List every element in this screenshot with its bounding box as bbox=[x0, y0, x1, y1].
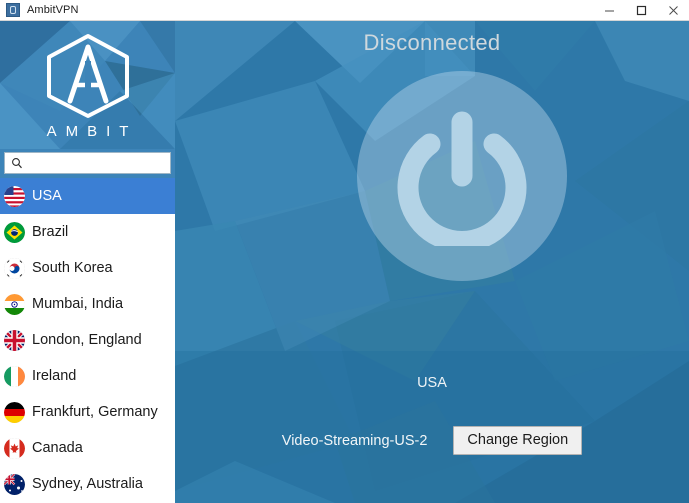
flag-india-icon bbox=[4, 293, 25, 315]
minimize-button[interactable] bbox=[593, 0, 625, 20]
country-row-usa[interactable]: USA bbox=[0, 178, 175, 214]
sidebar: AMBIT USA Brazil South Korea Mumbai, Ind… bbox=[0, 21, 175, 503]
flag-usa-icon bbox=[4, 185, 25, 207]
brand-panel: AMBIT bbox=[0, 21, 175, 149]
country-row-sydney-australia[interactable]: Sydney, Australia bbox=[0, 466, 175, 502]
flag-south-korea-icon bbox=[4, 257, 25, 279]
flag-canada-icon bbox=[4, 437, 25, 459]
country-label: Brazil bbox=[32, 224, 69, 240]
maximize-button[interactable] bbox=[625, 0, 657, 20]
current-server-label: Video-Streaming-US-2 bbox=[281, 432, 428, 449]
power-toggle-button[interactable] bbox=[357, 71, 567, 281]
country-row-london-england[interactable]: London, England bbox=[0, 322, 175, 358]
search-input[interactable] bbox=[25, 154, 175, 172]
country-label: Mumbai, India bbox=[32, 296, 124, 312]
flag-brazil-icon bbox=[4, 221, 25, 243]
connection-status: Disconnected bbox=[363, 30, 501, 55]
title-bar: AmbitVPN bbox=[0, 0, 689, 21]
change-region-button[interactable]: Change Region bbox=[453, 426, 583, 455]
country-row-canada[interactable]: Canada bbox=[0, 430, 175, 466]
country-row-frankfurt-germany[interactable]: Frankfurt, Germany bbox=[0, 394, 175, 430]
country-label: Frankfurt, Germany bbox=[32, 404, 158, 420]
country-label: USA bbox=[32, 188, 62, 204]
country-label: Sydney, Australia bbox=[32, 476, 143, 492]
country-list[interactable]: USA Brazil South Korea Mumbai, India Lon… bbox=[0, 178, 175, 503]
current-region-label: USA bbox=[417, 375, 447, 391]
flag-ireland-icon bbox=[4, 365, 25, 387]
close-button[interactable] bbox=[657, 0, 689, 20]
country-row-mumbai-india[interactable]: Mumbai, India bbox=[0, 286, 175, 322]
brand-inner: AMBIT bbox=[0, 21, 175, 149]
brand-wordmark: AMBIT bbox=[46, 122, 138, 140]
search-icon bbox=[9, 155, 25, 171]
main-content: Disconnected USA Video-Streaming-US-2 Ch… bbox=[175, 21, 689, 503]
flag-germany-icon bbox=[4, 401, 25, 423]
bottom-controls: Video-Streaming-US-2 Change Region bbox=[175, 426, 689, 455]
window-title: AmbitVPN bbox=[27, 4, 79, 16]
flag-united-kingdom-icon bbox=[4, 329, 25, 351]
country-label: Ireland bbox=[32, 368, 77, 384]
app-icon bbox=[6, 3, 20, 17]
country-row-brazil[interactable]: Brazil bbox=[0, 214, 175, 250]
power-icon bbox=[397, 111, 527, 246]
country-label: London, England bbox=[32, 332, 142, 348]
search-area bbox=[0, 149, 175, 178]
country-row-south-korea[interactable]: South Korea bbox=[0, 250, 175, 286]
flag-australia-icon bbox=[4, 473, 25, 495]
ambit-hexagon-logo bbox=[46, 33, 129, 118]
country-label: South Korea bbox=[32, 260, 113, 276]
search-box[interactable] bbox=[4, 152, 175, 174]
country-label: Canada bbox=[32, 440, 83, 456]
country-row-ireland[interactable]: Ireland bbox=[0, 358, 175, 394]
vpn-app-window: AmbitVPN AMBIT USA Brazil South Korea Mu… bbox=[0, 0, 689, 503]
main-panel: Disconnected USA Video-Streaming-US-2 Ch… bbox=[175, 21, 689, 503]
